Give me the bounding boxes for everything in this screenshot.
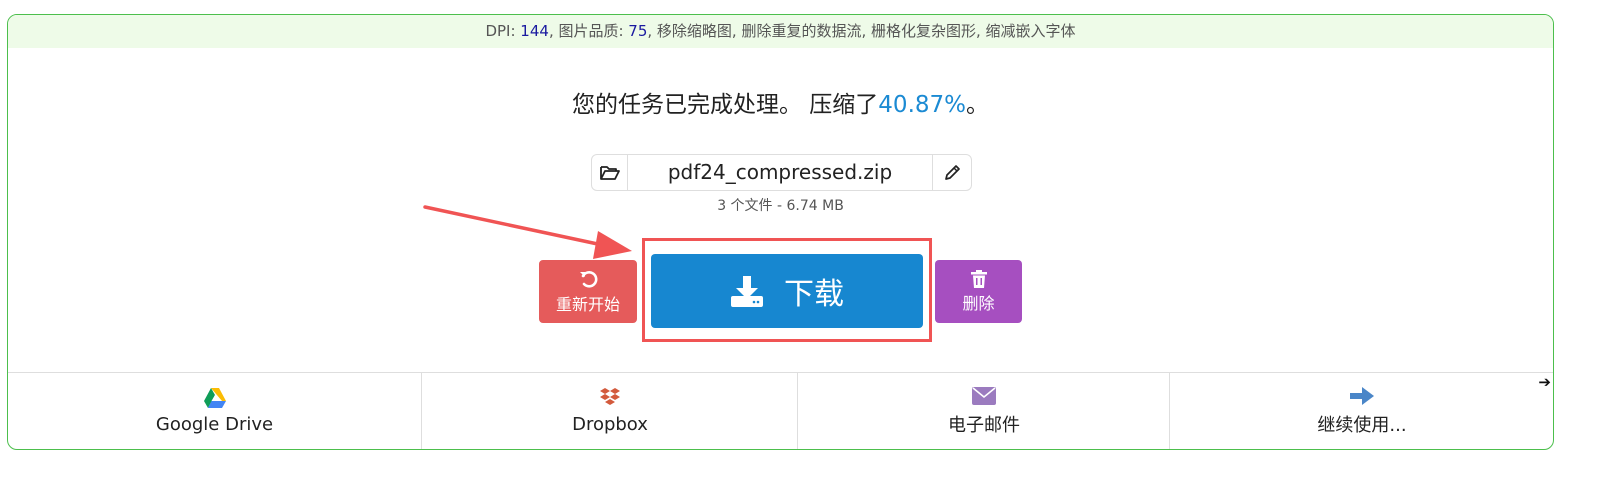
- open-folder-button[interactable]: [592, 155, 628, 190]
- trash-icon: [970, 269, 987, 288]
- rename-button[interactable]: [932, 155, 971, 190]
- service-label: 电子邮件: [948, 414, 1020, 436]
- service-google-drive[interactable]: Google Drive: [8, 373, 421, 449]
- result-message: 您的任务已完成处理。 压缩了40.87%。: [8, 85, 1553, 119]
- service-dropbox[interactable]: Dropbox: [421, 373, 798, 449]
- pencil-icon: [945, 164, 960, 180]
- annotation-highlight-box: [642, 238, 932, 342]
- delete-button[interactable]: 删除: [935, 260, 1022, 323]
- google-drive-icon: [203, 388, 226, 408]
- dpi-value: 144: [520, 22, 549, 40]
- settings-rest: , 移除缩略图, 删除重复的数据流, 栅格化复杂图形, 缩减嵌入字体: [647, 22, 1076, 40]
- service-label: 继续使用...: [1317, 414, 1407, 436]
- arrow-right-icon: [1350, 386, 1374, 405]
- undo-icon: [580, 270, 598, 288]
- service-continue[interactable]: 继续使用... ➔: [1169, 373, 1553, 449]
- file-name: pdf24_compressed.zip: [667, 160, 893, 184]
- quality-value: 75: [628, 22, 648, 40]
- compression-percent: 40.87%: [878, 92, 966, 118]
- result-message-suffix: 。: [966, 92, 989, 118]
- dropbox-icon: [600, 388, 620, 405]
- service-label: Google Drive: [155, 414, 274, 435]
- envelope-icon: [972, 386, 996, 405]
- expand-arrow-icon[interactable]: ➔: [1538, 373, 1551, 391]
- result-panel: DPI: 144, 图片品质: 75, 移除缩略图, 删除重复的数据流, 栅格化…: [7, 14, 1554, 450]
- service-email[interactable]: 电子邮件: [797, 373, 1170, 449]
- restart-button[interactable]: 重新开始: [539, 260, 637, 323]
- compression-settings-bar: DPI: 144, 图片品质: 75, 移除缩略图, 删除重复的数据流, 栅格化…: [8, 15, 1553, 48]
- quality-label: , 图片品质:: [548, 22, 629, 40]
- dpi-label: DPI:: [485, 22, 521, 40]
- file-name-box: pdf24_compressed.zip: [591, 154, 972, 191]
- delete-label: 删除: [962, 293, 995, 313]
- folder-open-icon: [599, 165, 620, 180]
- service-label: Dropbox: [572, 414, 648, 435]
- restart-label: 重新开始: [555, 294, 620, 314]
- share-services-row: Google Drive Dropbox 电子邮件 继续使用... ➔: [8, 372, 1553, 449]
- file-meta: 3 个文件 - 6.74 MB: [717, 198, 844, 214]
- result-message-text: 您的任务已完成处理。 压缩了: [571, 92, 879, 118]
